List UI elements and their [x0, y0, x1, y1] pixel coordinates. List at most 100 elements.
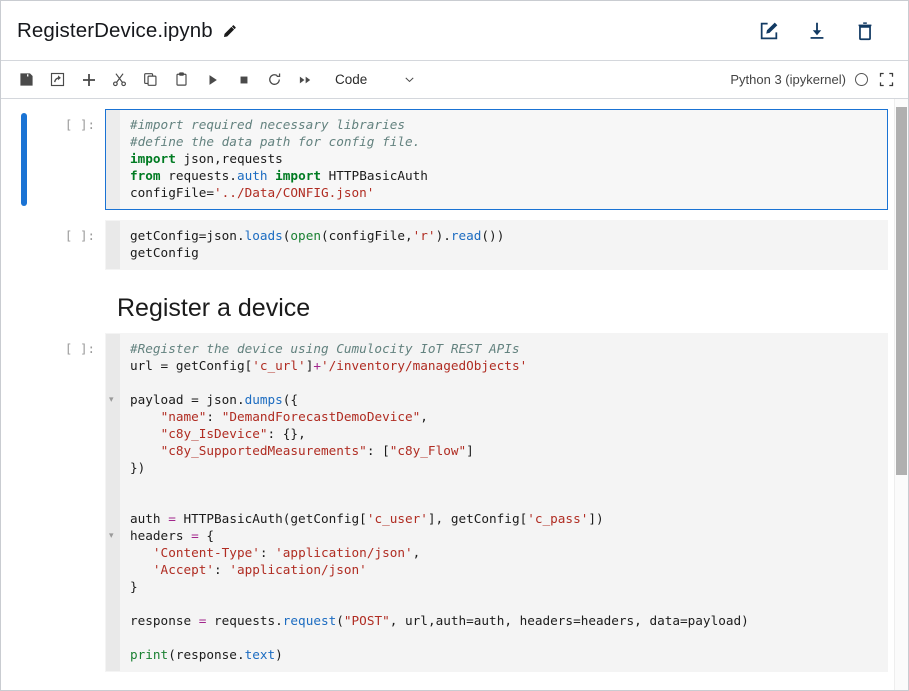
delete-icon[interactable]: [854, 20, 876, 42]
code-cell[interactable]: [ ]: getConfig=json.loads(open(configFile…: [1, 220, 908, 270]
markdown-heading: Register a device: [117, 294, 311, 322]
code-line: print(response.text): [130, 646, 879, 663]
code-token: =: [168, 511, 176, 526]
fold-triangle-icon[interactable]: ▾: [109, 531, 118, 540]
code-gutter: ▾ ▾: [106, 334, 120, 671]
cell-input-area[interactable]: getConfig=json.loads(open(configFile,'r'…: [105, 220, 888, 270]
code-token: configFile=: [130, 185, 215, 200]
code-line: headers = {: [130, 527, 879, 544]
code-line: url = getConfig['c_url']+'/inventory/man…: [130, 357, 879, 374]
code-token: (response.: [168, 647, 245, 662]
code-line: getConfig=json.loads(open(configFile,'r'…: [130, 227, 879, 244]
fullscreen-icon[interactable]: [879, 72, 894, 87]
stop-icon[interactable]: [230, 67, 257, 93]
code-token: : {},: [267, 426, 306, 441]
code-line: }): [130, 459, 879, 476]
code-token: : [: [366, 443, 390, 458]
notebook-titlebar: RegisterDevice.ipynb: [1, 1, 908, 61]
code-token: dumps: [244, 392, 283, 407]
code-token: "c8y_Flow": [389, 443, 467, 458]
notebook-scroll-area[interactable]: [ ]: #import required necessary libraries…: [1, 99, 908, 690]
cell-input-area[interactable]: #import required necessary libraries #def…: [105, 109, 888, 210]
code-token: getConfig: [130, 245, 199, 260]
fold-triangle-icon[interactable]: ▾: [109, 395, 118, 404]
code-line: payload = json.dumps({: [130, 391, 879, 408]
code-token: import: [130, 151, 176, 166]
code-line: "c8y_SupportedMeasurements": ["c8y_Flow"…: [130, 442, 879, 459]
restart-run-all-icon[interactable]: [292, 67, 319, 93]
kernel-name-label[interactable]: Python 3 (ipykernel): [730, 72, 846, 87]
cell-prompt: [ ]:: [64, 341, 95, 356]
pencil-icon[interactable]: [222, 24, 237, 39]
code-token: #Register the device using Cumulocity Io…: [130, 341, 520, 356]
code-token: auth: [130, 511, 169, 526]
code-token: :: [259, 545, 276, 560]
code-token: }: [130, 579, 138, 594]
code-token: , url,auth=auth, headers=headers, data=p…: [389, 613, 749, 628]
restart-icon[interactable]: [261, 67, 288, 93]
code-token: url = getConfig[: [130, 358, 253, 373]
code-line: 'Content-Type': 'application/json',: [130, 544, 879, 561]
page-title: RegisterDevice.ipynb: [17, 18, 213, 42]
paste-icon[interactable]: [168, 67, 195, 93]
code-token: ).: [435, 228, 451, 243]
code-line: import json,requests: [130, 150, 879, 167]
code-line: getConfig: [130, 244, 879, 261]
cell-type-label: Code: [335, 72, 368, 87]
code-line: auth = HTTPBasicAuth(getConfig['c_user']…: [130, 510, 879, 527]
code-token: :: [206, 409, 222, 424]
kernel-status-indicator[interactable]: [855, 73, 868, 86]
code-token: HTTPBasicAuth(getConfig[: [175, 511, 367, 526]
code-token: ]): [588, 511, 604, 526]
code-token: "c8y_SupportedMeasurements": [160, 443, 367, 458]
code-token: read: [450, 228, 482, 243]
code-token: "POST": [343, 613, 390, 628]
cell-prompt: [ ]:: [64, 228, 95, 243]
code-token: requests.: [160, 168, 237, 183]
chevron-down-icon[interactable]: [403, 73, 416, 86]
code-token: {: [198, 528, 215, 543]
title-actions: [758, 20, 890, 42]
code-token: '../Data/CONFIG.json': [214, 185, 375, 200]
code-line: #Register the device using Cumulocity Io…: [130, 340, 879, 357]
code-token: (: [336, 613, 344, 628]
cells-container: [ ]: #import required necessary libraries…: [1, 99, 908, 672]
download-icon[interactable]: [806, 20, 828, 42]
cell-input-area[interactable]: ▾ ▾ #Register the device using Cumulocity …: [105, 333, 888, 672]
cut-icon[interactable]: [106, 67, 133, 93]
markdown-cell[interactable]: Register a device: [1, 280, 908, 333]
code-cell[interactable]: [ ]: ▾ ▾ #Register the device using Cumuloc…: [1, 333, 908, 672]
code-editor[interactable]: #Register the device using Cumulocity Io…: [120, 334, 887, 671]
code-editor[interactable]: #import required necessary libraries #def…: [120, 110, 887, 209]
export-icon[interactable]: [44, 67, 71, 93]
code-line: "c8y_IsDevice": {},: [130, 425, 879, 442]
vertical-scrollbar[interactable]: [894, 99, 908, 690]
code-editor[interactable]: getConfig=json.loads(open(configFile,'r'…: [120, 221, 887, 269]
cell-prompt: [ ]:: [64, 117, 95, 132]
run-icon[interactable]: [199, 67, 226, 93]
selected-cell-indicator: [21, 113, 27, 206]
code-line: configFile='../Data/CONFIG.json': [130, 184, 879, 201]
code-token: 'application/json': [275, 545, 413, 560]
code-line: from requests.auth import HTTPBasicAuth: [130, 167, 879, 184]
cell-type-select[interactable]: Code: [335, 72, 416, 87]
code-token: ): [275, 647, 283, 662]
code-cell[interactable]: [ ]: #import required necessary libraries…: [1, 109, 908, 210]
edit-icon[interactable]: [758, 20, 780, 42]
code-token: #import required necessary libraries: [130, 117, 405, 132]
copy-icon[interactable]: [137, 67, 164, 93]
code-token: :: [214, 562, 230, 577]
code-line: }: [130, 578, 879, 595]
save-icon[interactable]: [13, 67, 40, 93]
code-token: requests.: [206, 613, 283, 628]
code-token: ]: [466, 443, 474, 458]
code-token: headers: [130, 528, 192, 543]
scrollbar-thumb[interactable]: [896, 107, 907, 475]
add-cell-icon[interactable]: [75, 67, 102, 93]
code-token: ,: [420, 409, 428, 424]
